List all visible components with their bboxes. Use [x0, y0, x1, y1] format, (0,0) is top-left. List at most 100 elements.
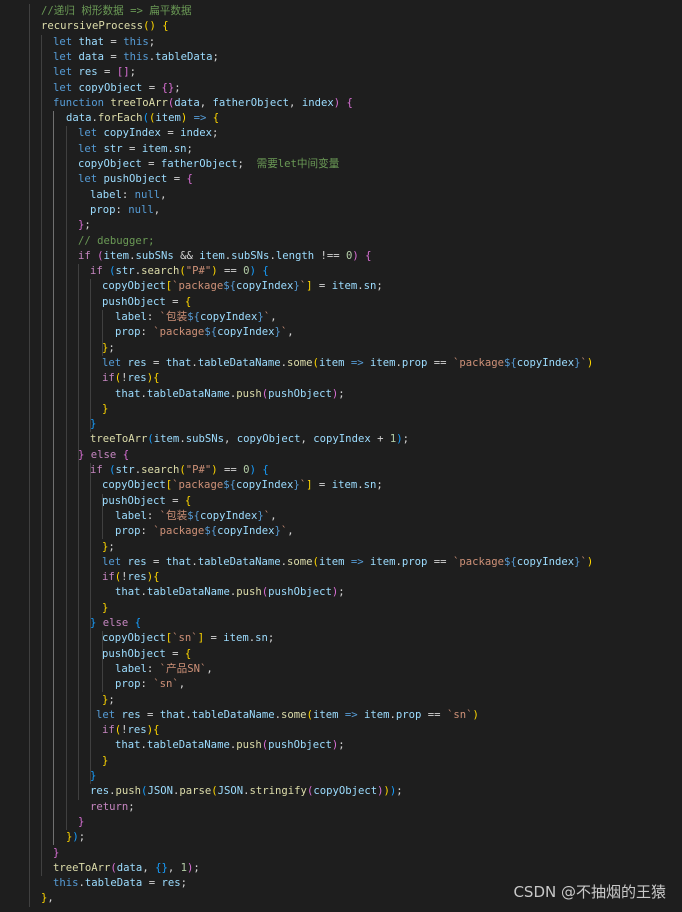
code-token: item: [155, 112, 181, 125]
code-token: let: [53, 50, 73, 63]
indent-guide: [66, 126, 67, 831]
code-token: {: [184, 494, 192, 507]
code-token: pushObject: [103, 173, 168, 186]
code-token: ;: [211, 127, 219, 140]
code-token: let: [53, 66, 73, 79]
code-token: data: [174, 96, 200, 109]
code-token: `package: [452, 356, 504, 369]
code-token: tableDataName: [146, 387, 230, 400]
code-token: res: [127, 555, 147, 568]
code-line: let res = that.tableDataName.some(item =…: [102, 555, 593, 570]
code-line: }: [102, 754, 108, 769]
code-token: else: [90, 448, 117, 461]
code-token: treeToArr: [53, 861, 111, 874]
code-token: =>: [344, 708, 358, 721]
code-token: ;: [212, 50, 219, 63]
watermark: CSDN @不抽烟的王猿: [513, 883, 666, 901]
code-line: prop: `sn`,: [115, 677, 185, 692]
code-token: ;: [128, 800, 135, 813]
code-token: label: [115, 662, 147, 675]
code-token: tableDataName: [146, 739, 230, 752]
code-token: data: [116, 861, 143, 874]
code-line: label: null,: [90, 188, 167, 203]
code-token: ,: [223, 433, 237, 446]
code-token: }: [90, 770, 97, 782]
code-line: } else {: [90, 616, 141, 631]
code-token: {: [262, 265, 269, 278]
code-line: if(!res){: [102, 570, 159, 585]
code-token: prop: [90, 203, 116, 216]
code-token: item: [318, 356, 345, 369]
code-token: that: [115, 387, 141, 400]
code-token: ,: [287, 326, 294, 339]
code-token: =: [165, 295, 185, 308]
code-token: ;: [129, 66, 136, 79]
code-line: },: [41, 891, 54, 906]
code-line: return;: [90, 800, 135, 815]
code-token: ;: [174, 81, 181, 94]
code-token: str: [115, 265, 135, 278]
code-token: :: [140, 525, 154, 538]
code-line: that.tableDataName.push(pushObject);: [115, 387, 345, 402]
code-token: item: [141, 142, 168, 155]
code-token: ,: [167, 861, 181, 874]
code-token: item: [318, 555, 345, 568]
code-token: that: [78, 35, 105, 48]
code-token: ;: [237, 158, 257, 170]
code-line: copyObject[`package${copyIndex}`] = item…: [102, 279, 383, 294]
code-token: =: [146, 356, 166, 369]
code-line: };: [102, 540, 115, 555]
code-token: =: [97, 66, 117, 79]
code-token: {: [212, 112, 220, 125]
code-token: ;: [108, 693, 115, 706]
code-token: ==: [427, 356, 453, 369]
code-token: ${: [204, 326, 218, 339]
code-token: {: [153, 724, 160, 737]
code-line: });: [66, 830, 85, 845]
code-line: let str = item.sn;: [78, 142, 193, 157]
code-token: =: [142, 877, 162, 890]
code-token: =>: [350, 356, 364, 369]
code-token: pushObject: [268, 586, 332, 599]
code-token: ;: [186, 142, 193, 155]
code-token: some: [281, 708, 307, 721]
code-line: } else {: [78, 448, 129, 463]
code-editor[interactable]: //递归 树形数据 => 扁平数据 recursiveProcess() {let…: [0, 0, 682, 912]
code-token: :: [140, 678, 154, 691]
code-token: =: [167, 173, 187, 186]
code-token: copyIndex: [516, 356, 575, 369]
code-token: let: [53, 35, 73, 48]
code-token: ;: [402, 433, 410, 446]
code-token: copyIndex: [217, 525, 275, 538]
code-token: ): [586, 356, 594, 369]
code-token: `package: [153, 525, 205, 538]
code-token: str: [115, 464, 135, 476]
code-token: label: [90, 188, 122, 201]
code-token: }: [102, 754, 109, 767]
code-token: `sn`: [446, 708, 473, 721]
code-line: let data = this.tableData;: [53, 50, 219, 65]
code-token: ,: [199, 96, 213, 109]
code-token: =: [146, 555, 166, 568]
code-token: this: [123, 35, 149, 48]
code-line: pushObject = {: [102, 494, 191, 509]
code-token: this: [123, 50, 149, 63]
code-token: search: [141, 265, 180, 278]
code-line: that.tableDataName.push(pushObject);: [115, 738, 345, 753]
code-token: res: [127, 372, 147, 385]
code-line: let copyIndex = index;: [78, 126, 218, 141]
code-token: :: [146, 311, 160, 323]
code-token: pushObject: [102, 295, 166, 308]
code-line: let res = that.tableDataName.some(item =…: [102, 356, 593, 371]
code-token: pushObject: [268, 739, 332, 752]
code-token: push: [236, 739, 262, 752]
code-line: treeToArr(item.subSNs, copyObject, copyI…: [90, 432, 409, 447]
code-line: };: [102, 341, 115, 356]
code-token: stringify: [249, 785, 307, 798]
code-token: ;: [193, 861, 200, 874]
code-token: forEach: [97, 112, 143, 125]
code-token: treeToArr: [110, 96, 168, 109]
code-token: pushObject: [102, 647, 166, 660]
code-token: =>: [193, 112, 207, 125]
code-line: }: [102, 402, 108, 417]
